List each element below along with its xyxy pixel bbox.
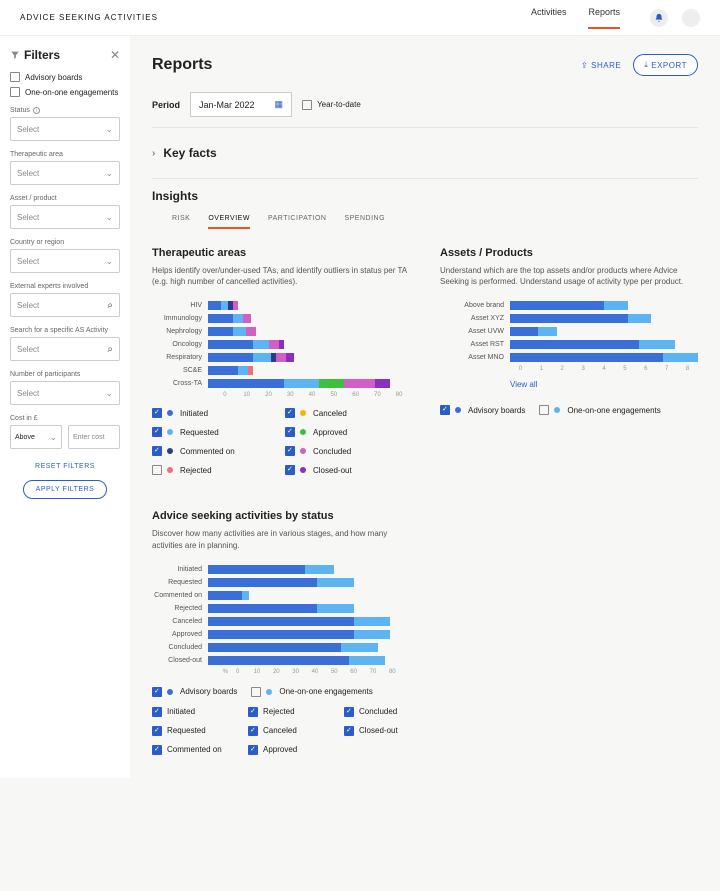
insights-title: Insights [152,189,698,203]
country-label: Country or region [10,239,120,246]
ytd-checkbox[interactable]: Year-to-date [302,100,361,110]
legend-rejected[interactable]: Rejected [152,465,277,475]
legend-canceled[interactable]: Canceled [285,408,410,418]
chevron-down-icon: ⌄ [49,432,57,443]
calendar-icon: ▦ [275,99,284,110]
legend-initiated[interactable]: Initiated [152,408,277,418]
legend-requested[interactable]: Requested [152,427,277,437]
ap-title: Assets / Products [440,247,698,259]
legend-status-commented-on[interactable]: Commented on [152,745,240,755]
legend-approved[interactable]: Approved [285,427,410,437]
nav-activities[interactable]: Activities [531,7,567,29]
legend-concluded[interactable]: Concluded [285,446,410,456]
legend-one_cl[interactable]: One-on-one engagements [539,405,660,415]
asset-select[interactable]: Select⌄ [10,205,120,229]
legend-st-advisory[interactable]: Advisory boards [152,687,237,697]
tab-participation[interactable]: PARTICIPATION [268,215,327,229]
info-icon[interactable]: i [33,107,40,114]
legend-advisory[interactable]: Advisory boards [440,405,525,415]
legend-status-canceled[interactable]: Canceled [248,726,336,736]
experts-input[interactable]: Select⌕ [10,293,120,317]
share-button[interactable]: ⇪SHARE [581,61,621,70]
status-label: Statusi [10,107,120,114]
avatar[interactable] [682,9,700,27]
ta-select[interactable]: Select⌄ [10,161,120,185]
experts-label: External experts involved [10,283,120,290]
search-icon: ⌕ [107,300,113,311]
period-label: Period [152,100,180,110]
viewall-link[interactable]: View all [510,380,537,389]
chevron-down-icon: ⌄ [105,168,113,179]
ap-desc: Understand which are the top assets and/… [440,265,698,287]
filter-icon [10,50,20,60]
status-desc: Discover how many activities are in vari… [152,528,412,550]
legend-closed[interactable]: Closed-out [285,465,410,475]
tab-spending[interactable]: SPENDING [344,215,385,229]
chevron-down-icon: ⌄ [105,256,113,267]
tab-overview[interactable]: OVERVIEW [208,215,250,229]
export-button[interactable]: ⤓EXPORT [633,54,698,76]
reset-filters-button[interactable]: RESET FILTERS [10,463,120,470]
cost-operator-select[interactable]: Above⌄ [10,425,62,449]
status-select[interactable]: Select⌄ [10,117,120,141]
keyfacts-toggle[interactable]: ›Key facts [152,138,698,168]
country-select[interactable]: Select⌄ [10,249,120,273]
legend-status-closed-out[interactable]: Closed-out [344,726,432,736]
chevron-down-icon: ⌄ [105,124,113,135]
search-input[interactable]: Select⌕ [10,337,120,361]
chevron-down-icon: ⌄ [105,388,113,399]
ta-title: Therapeutic areas [152,247,410,259]
tab-risk[interactable]: RISK [172,215,190,229]
ta-label: Therapeutic area [10,151,120,158]
legend-status-requested[interactable]: Requested [152,726,240,736]
cost-input[interactable]: Enter cost [68,425,120,449]
bell-icon[interactable] [650,9,668,27]
chevron-down-icon: ⌄ [105,212,113,223]
chevron-right-icon: › [152,148,155,159]
search-label: Search for a specific AS Activity [10,327,120,334]
filter-advisory-boards[interactable]: Advisory boards [10,72,120,82]
search-icon: ⌕ [107,344,113,355]
participants-label: Number of participants [10,371,120,378]
filters-title: Filters [24,48,60,62]
status-title: Advice seeking activities by status [152,510,698,522]
ta-desc: Helps identify over/under-used TAs, and … [152,265,410,287]
legend-st-one_cl[interactable]: One-on-one engagements [251,687,372,697]
period-input[interactable]: Jan-Mar 2022▦ [190,92,292,117]
nav-reports[interactable]: Reports [588,7,620,29]
legend-commented[interactable]: Commented on [152,446,277,456]
ap-chart: Above brandAsset XYZAsset UVWAsset RSTAs… [440,301,698,362]
participants-select[interactable]: Select⌄ [10,381,120,405]
apply-filters-button[interactable]: APPLY FILTERS [23,480,108,499]
app-brand: ADVICE SEEKING ACTIVITIES [20,13,158,22]
download-icon: ⤓ [644,60,648,70]
close-icon[interactable]: ✕ [110,48,120,62]
cost-label: Cost in £ [10,415,120,422]
legend-status-initiated[interactable]: Initiated [152,707,240,717]
filter-one-on-one[interactable]: One-on-one engagements [10,87,120,97]
page-title: Reports [152,56,212,74]
ta-chart: HIVImmunologyNephrologyOncologyRespirato… [152,301,410,388]
asset-label: Asset / product [10,195,120,202]
legend-status-approved[interactable]: Approved [248,745,336,755]
status-chart: InitiatedRequestedCommented onRejectedCa… [152,565,402,665]
share-icon: ⇪ [581,61,588,70]
legend-status-concluded[interactable]: Concluded [344,707,432,717]
legend-status-rejected[interactable]: Rejected [248,707,336,717]
